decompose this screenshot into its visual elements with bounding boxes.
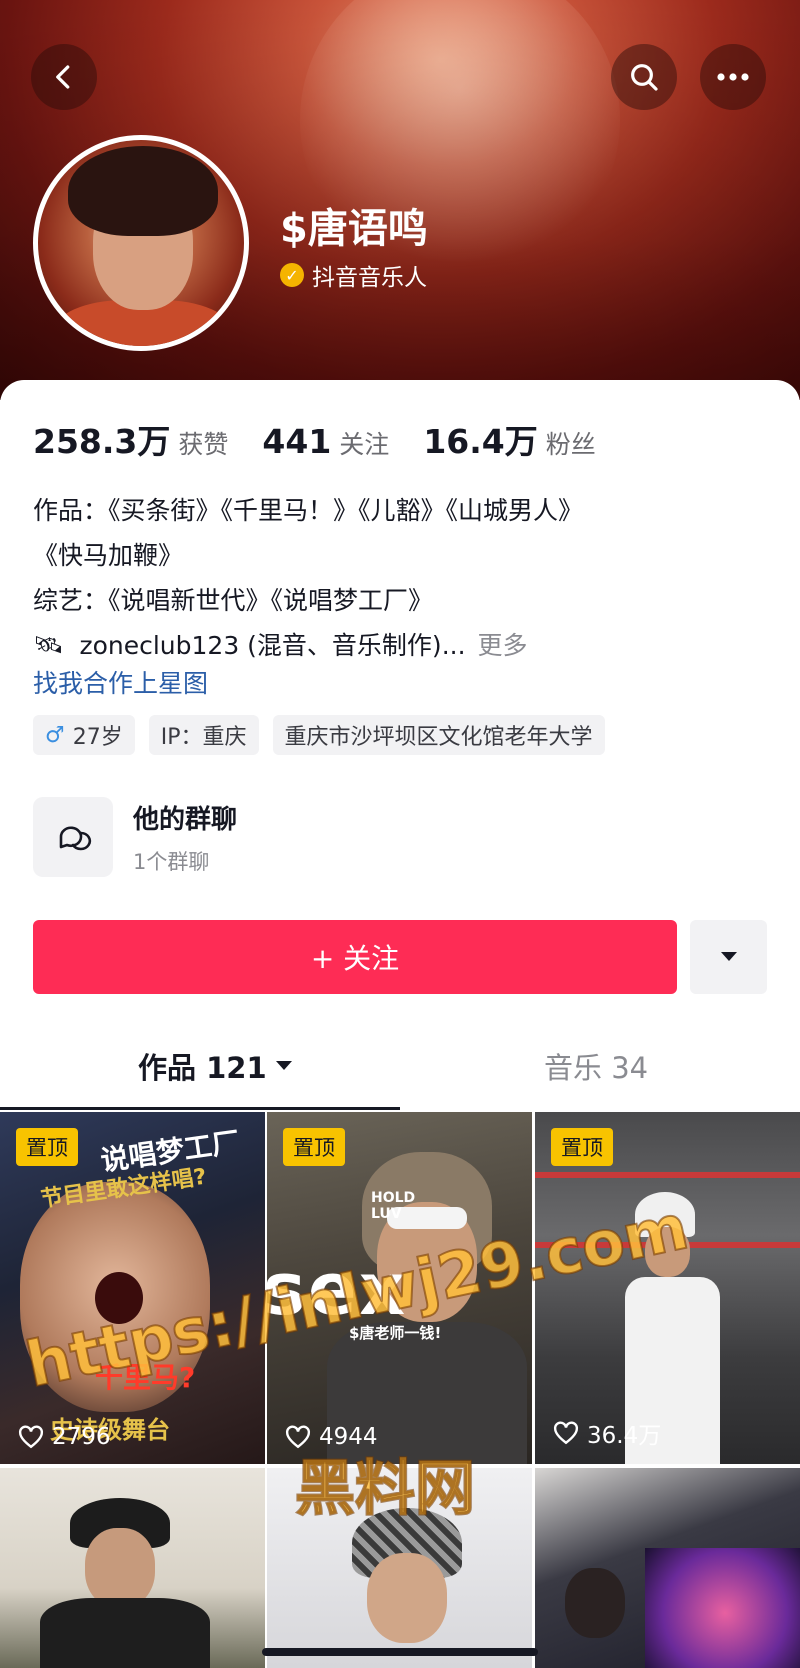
bio-line: 《快马加鞭》 xyxy=(33,541,184,570)
chevron-down-icon xyxy=(720,952,737,961)
ip-tag: IP：重庆 xyxy=(148,715,259,755)
verified-badge: ✓ 抖音音乐人 xyxy=(280,258,427,292)
bio-contact: zoneclub123 (混音、音乐制作)... xyxy=(79,631,466,660)
watermark-text: 黑料网 xyxy=(294,1453,476,1525)
profile-tags: ♂ 27岁 IP：重庆 重庆市沙坪坝区文化馆老年大学 xyxy=(33,715,605,755)
pinned-badge: 置顶 xyxy=(16,1128,78,1166)
tab-music[interactable]: 音乐 34 xyxy=(544,1045,648,1087)
bio-line: 作品：《买条街》《千里马！》《儿豁》《山城男人》 xyxy=(33,496,584,525)
male-icon: ♂ xyxy=(45,722,65,748)
verified-label: 抖音音乐人 xyxy=(312,265,427,291)
location-tag[interactable]: 重庆市沙坪坝区文化馆老年大学 xyxy=(272,715,605,755)
search-button[interactable] xyxy=(611,44,677,110)
content-tabs: 作品 121 音乐 34 xyxy=(0,1045,800,1105)
chat-bubbles-icon xyxy=(59,826,92,851)
video-thumbnail[interactable] xyxy=(0,1468,265,1668)
back-icon xyxy=(56,65,70,89)
video-thumbnail[interactable]: 置顶 36.4万 xyxy=(535,1112,800,1464)
video-likes: 36.4万 xyxy=(553,1416,661,1450)
video-thumbnail[interactable] xyxy=(535,1468,800,1668)
profile-name: $唐语鸣 xyxy=(280,206,428,252)
follow-button[interactable]: + 关注 xyxy=(33,920,677,994)
profile-stats: 258.3万 获赞 441 关注 16.4万 粉丝 xyxy=(33,415,630,463)
verified-icon: ✓ xyxy=(280,263,304,287)
group-chat-entry[interactable]: 他的群聊 1个群聊 xyxy=(33,797,237,877)
pinned-badge: 置顶 xyxy=(283,1128,345,1166)
stat-following[interactable]: 441 关注 xyxy=(262,422,389,461)
active-tab-indicator xyxy=(0,1107,400,1110)
stat-value: 441 xyxy=(262,422,332,461)
tab-works[interactable]: 作品 121 xyxy=(138,1045,293,1087)
bio-line: 🛰 zoneclub123 (混音、音乐制作)... 更多 xyxy=(33,623,773,668)
more-icon xyxy=(717,73,749,81)
heart-icon xyxy=(18,1425,44,1449)
pinned-badge: 置顶 xyxy=(551,1128,613,1166)
stat-label: 关注 xyxy=(339,430,390,459)
chevron-down-icon xyxy=(275,1061,292,1070)
recommend-dropdown-button[interactable] xyxy=(690,920,767,994)
search-icon xyxy=(631,64,658,91)
avatar[interactable] xyxy=(33,135,249,351)
heart-icon xyxy=(553,1421,579,1445)
stat-label: 粉丝 xyxy=(545,430,596,459)
stat-value: 258.3万 xyxy=(33,422,171,461)
collab-link[interactable]: 找我合作上星图 xyxy=(33,664,208,700)
bio-more-link[interactable]: 更多 xyxy=(478,623,528,668)
stat-likes: 258.3万 获赞 xyxy=(33,415,228,463)
video-overlay-logo: HOLD LUV xyxy=(371,1190,416,1222)
profile-bio: 作品：《买条街》《千里马！》《儿豁》《山城男人》 《快马加鞭》 综艺：《说唱新世… xyxy=(33,488,773,668)
stat-followers[interactable]: 16.4万 粉丝 xyxy=(423,415,595,463)
home-indicator xyxy=(262,1648,538,1656)
video-likes: 2796 xyxy=(18,1424,111,1450)
group-chat-icon-box xyxy=(33,797,113,877)
group-chat-count: 1个群聊 xyxy=(133,849,210,874)
satellite-emoji-icon: 🛰 xyxy=(33,631,64,659)
stat-value: 16.4万 xyxy=(423,422,538,461)
back-button[interactable] xyxy=(31,44,97,110)
age-tag: ♂ 27岁 xyxy=(33,715,135,755)
group-chat-title: 他的群聊 xyxy=(133,804,238,835)
bio-line: 综艺：《说唱新世代》《说唱梦工厂》 xyxy=(33,586,434,615)
stat-label: 获赞 xyxy=(178,430,229,459)
more-button[interactable] xyxy=(700,44,766,110)
